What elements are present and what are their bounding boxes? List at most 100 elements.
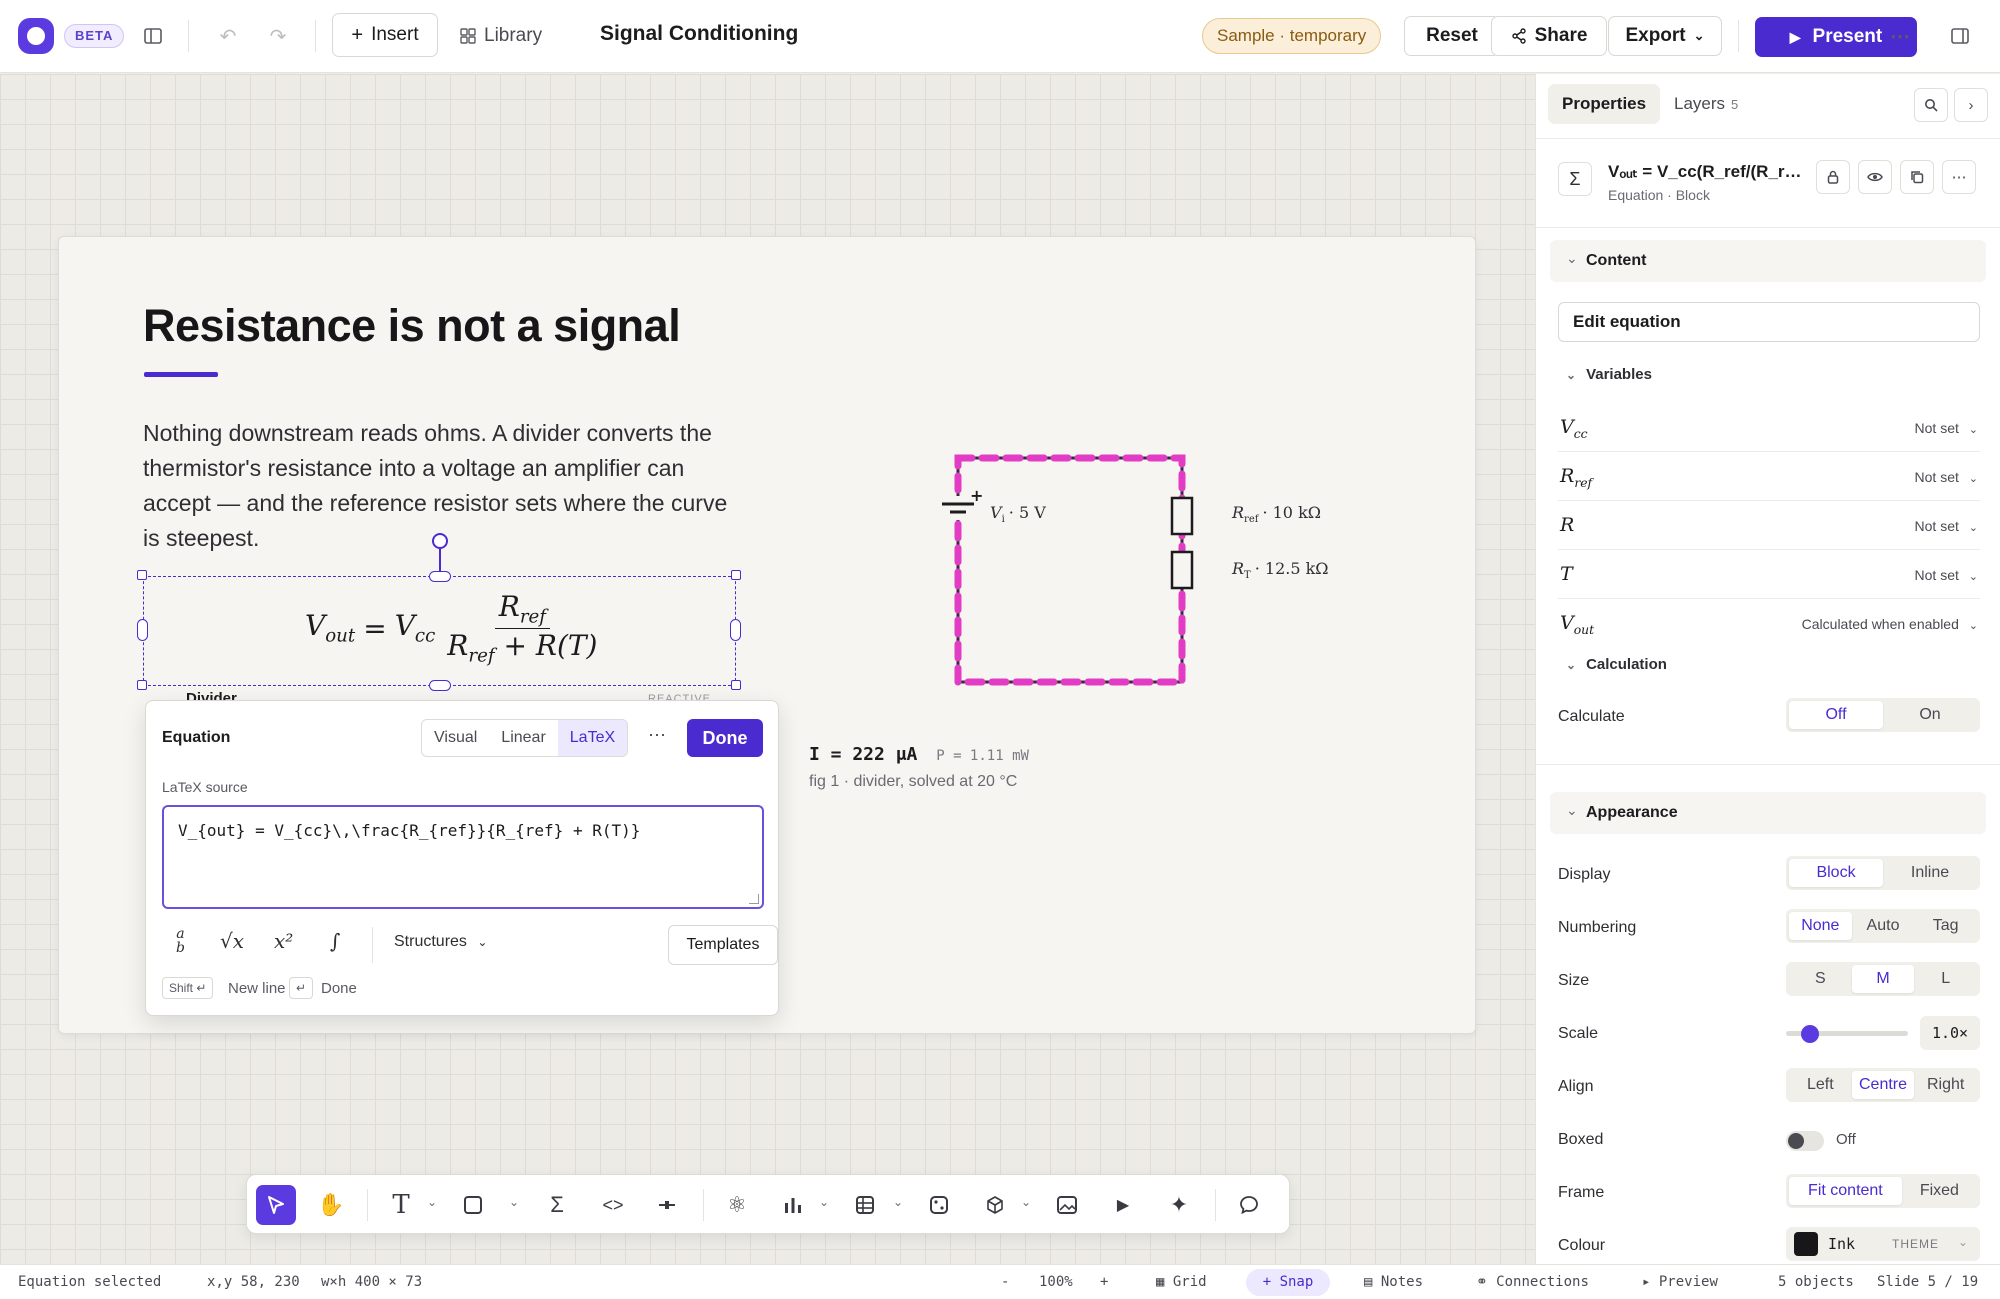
connections-toggle[interactable]: ⚭ Connections: [1476, 1274, 1589, 1290]
divider-circuit[interactable]: + Vi · 5 V Rref · 10 kΩ RT · 12.5 kΩ: [930, 440, 1350, 700]
resize-handle-ne[interactable]: [731, 570, 741, 580]
boxed-toggle[interactable]: [1786, 1131, 1824, 1151]
latex-source-input[interactable]: V_{out} = V_{cc}\,\frac{R_{ref}}{R_{ref}…: [162, 805, 764, 909]
insert-button[interactable]: + Insert: [332, 13, 438, 57]
redo-icon[interactable]: ↷: [262, 20, 294, 52]
lock-icon[interactable]: [1816, 160, 1850, 194]
integral-icon[interactable]: ∫: [330, 929, 340, 953]
content-section-header[interactable]: ⌄ Content: [1550, 240, 1986, 282]
size-m[interactable]: M: [1851, 965, 1915, 993]
frame-fit-content[interactable]: Fit content: [1789, 1177, 1902, 1205]
document-title[interactable]: Signal Conditioning: [600, 22, 798, 46]
duplicate-icon[interactable]: [1900, 160, 1934, 194]
rotation-handle[interactable]: [432, 533, 448, 549]
numbering-none[interactable]: None: [1789, 912, 1852, 940]
chevron-down-icon[interactable]: ⌄: [819, 1195, 829, 1209]
display-inline[interactable]: Inline: [1883, 859, 1977, 887]
reset-button[interactable]: Reset: [1404, 16, 1500, 56]
done-button[interactable]: Done: [687, 719, 763, 757]
sidebar-toggle-icon[interactable]: [137, 20, 169, 52]
variable-row-rref[interactable]: Rref Not set ⌄: [1558, 453, 1980, 501]
atom-tool-icon[interactable]: ⚛: [717, 1185, 757, 1225]
resize-handle-nw[interactable]: [137, 570, 147, 580]
textarea-resize-grip[interactable]: [749, 894, 759, 904]
eye-icon[interactable]: [1858, 160, 1892, 194]
size-s[interactable]: S: [1789, 965, 1852, 993]
connector-tool-icon[interactable]: [647, 1185, 687, 1225]
widget-tool-icon[interactable]: [919, 1185, 959, 1225]
fraction-icon[interactable]: ab: [176, 927, 185, 955]
slide-title[interactable]: Resistance is not a signal: [143, 300, 681, 352]
superscript-icon[interactable]: x²: [274, 929, 293, 953]
appearance-section-header[interactable]: ⌄ Appearance: [1550, 792, 1986, 834]
equation-tool-icon[interactable]: Σ: [537, 1185, 577, 1225]
more-icon[interactable]: ⋯: [1942, 160, 1976, 194]
align-left[interactable]: Left: [1789, 1071, 1852, 1099]
resize-handle-w[interactable]: [137, 619, 148, 641]
align-centre[interactable]: Centre: [1851, 1071, 1915, 1099]
play-tool-icon[interactable]: ▶: [1103, 1185, 1143, 1225]
chevron-down-icon[interactable]: ⌄: [1021, 1195, 1031, 1209]
scale-slider-thumb[interactable]: [1801, 1025, 1820, 1043]
share-button[interactable]: Share: [1491, 16, 1607, 56]
chevron-down-icon[interactable]: ⌄: [427, 1195, 437, 1209]
colour-picker[interactable]: Ink THEME ⌄: [1786, 1227, 1980, 1261]
calculate-on[interactable]: On: [1883, 701, 1977, 729]
zoom-out-button[interactable]: -: [1001, 1274, 1009, 1290]
cube-tool-icon[interactable]: [975, 1185, 1015, 1225]
resize-handle-s[interactable]: [429, 680, 451, 691]
calculate-off[interactable]: Off: [1789, 701, 1883, 729]
resize-handle-sw[interactable]: [137, 680, 147, 690]
image-tool-icon[interactable]: [1047, 1185, 1087, 1225]
sqrt-icon[interactable]: √x: [220, 929, 244, 953]
undo-icon[interactable]: ↶: [212, 20, 244, 52]
variable-row-t[interactable]: T Not set ⌄: [1558, 551, 1980, 599]
more-icon[interactable]: ⋯: [648, 725, 666, 746]
variable-row-vcc[interactable]: Vcc Not set ⌄: [1558, 404, 1980, 452]
zoom-in-button[interactable]: +: [1100, 1274, 1108, 1290]
resize-handle-e[interactable]: [730, 619, 741, 641]
variables-subheader[interactable]: ⌄ Variables: [1566, 366, 1652, 383]
numbering-tag[interactable]: Tag: [1914, 912, 1977, 940]
hand-tool-icon[interactable]: ✋: [311, 1185, 351, 1225]
select-tool-icon[interactable]: [256, 1185, 296, 1225]
display-block[interactable]: Block: [1789, 859, 1883, 887]
numbering-auto[interactable]: Auto: [1852, 912, 1915, 940]
align-right[interactable]: Right: [1914, 1071, 1977, 1099]
table-tool-icon[interactable]: [845, 1185, 885, 1225]
shape-tool-icon[interactable]: [453, 1185, 493, 1225]
chevron-down-icon[interactable]: ⌄: [509, 1195, 519, 1209]
scale-value[interactable]: 1.0×: [1920, 1016, 1980, 1050]
more-icon[interactable]: ⋯: [1884, 20, 1916, 52]
mode-linear[interactable]: Linear: [489, 720, 557, 756]
variable-row-r[interactable]: R Not set ⌄: [1558, 502, 1980, 550]
text-tool-icon[interactable]: T: [381, 1185, 421, 1225]
tab-properties[interactable]: Properties: [1548, 84, 1661, 124]
frame-fixed[interactable]: Fixed: [1902, 1177, 1977, 1205]
code-tool-icon[interactable]: <>: [593, 1185, 633, 1225]
calculation-subheader[interactable]: ⌄ Calculation: [1566, 656, 1667, 673]
chart-tool-icon[interactable]: [773, 1185, 813, 1225]
notes-toggle[interactable]: ▤ Notes: [1364, 1274, 1423, 1290]
resize-handle-n[interactable]: [429, 571, 451, 582]
variable-row-vout[interactable]: Vout Calculated when enabled ⌄: [1558, 600, 1980, 648]
sparkle-tool-icon[interactable]: ✦: [1159, 1185, 1199, 1225]
preview-toggle[interactable]: ▸ Preview: [1642, 1274, 1718, 1290]
chevron-down-icon[interactable]: ⌄: [893, 1195, 903, 1209]
app-logo[interactable]: [18, 18, 54, 54]
zoom-level[interactable]: 100%: [1039, 1274, 1073, 1290]
panel-toggle-icon[interactable]: [1944, 20, 1976, 52]
library-button[interactable]: Library: [460, 14, 542, 58]
edit-equation-button[interactable]: Edit equation: [1558, 302, 1980, 342]
templates-button[interactable]: Templates: [668, 925, 778, 965]
chevron-right-icon[interactable]: ›: [1954, 88, 1988, 122]
structures-dropdown[interactable]: Structures ⌄: [394, 933, 487, 951]
comment-tool-icon[interactable]: [1229, 1185, 1269, 1225]
resize-handle-se[interactable]: [731, 680, 741, 690]
mode-latex[interactable]: LaTeX: [557, 720, 628, 756]
grid-toggle[interactable]: ▦ Grid: [1156, 1274, 1207, 1290]
mode-visual[interactable]: Visual: [422, 720, 489, 756]
export-button[interactable]: Export ⌄: [1608, 16, 1722, 56]
snap-toggle[interactable]: + Snap: [1246, 1269, 1330, 1296]
tab-layers[interactable]: Layers 5: [1660, 84, 1752, 124]
